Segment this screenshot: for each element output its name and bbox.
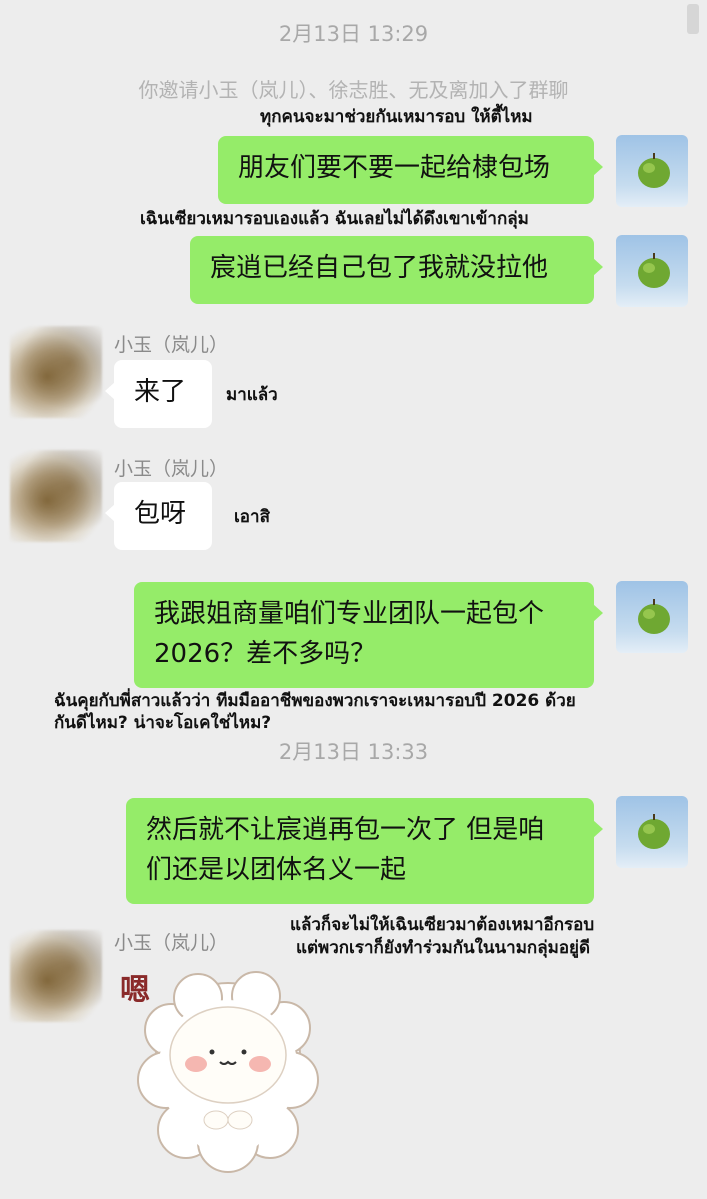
sender-name: 小玉（岚儿） [114,458,229,480]
sheep-sticker[interactable]: 嗯 [116,960,340,1180]
sticker-text: 嗯 [120,973,150,1008]
message-bubble-incoming[interactable]: 包呀 [105,482,212,550]
message-text-line: 2026？差不多吗？ [154,639,377,669]
my-avatar[interactable] [616,796,688,868]
apple-icon [638,814,670,849]
apple-icon [638,153,670,188]
contact-avatar[interactable] [10,326,102,418]
timestamp: 2月13日 13:29 [278,22,429,46]
message-bubble-outgoing[interactable]: 宸逍已经自己包了我就没拉他 [190,236,603,304]
contact-avatar[interactable] [10,930,102,1022]
message-text-line: 我跟姐商量咱们专业团队一起包个 [154,599,545,629]
message-text-line: 然后就不让宸逍再包一次了 但是咱 [146,815,545,845]
message-bubble-incoming[interactable]: 来了 [105,360,212,428]
message-text-line: 们还是以团体名义一起 [146,855,407,885]
message-text: 宸逍已经自己包了我就没拉他 [210,253,549,283]
apple-icon [638,599,670,634]
translation-overlay: เอาสิ [234,507,270,527]
message-bubble-outgoing[interactable]: 我跟姐商量咱们专业团队一起包个 2026？差不多吗？ [134,582,603,688]
sheep-sticker-icon: 嗯 [120,971,319,1173]
apple-icon [638,253,670,288]
translation-overlay: มาแล้ว [226,385,278,405]
message-bubble-outgoing[interactable]: 然后就不让宸逍再包一次了 但是咱 们还是以团体名义一起 [126,798,603,904]
message-text: 朋友们要不要一起给棣包场 [238,153,551,183]
message-text: 包呀 [134,499,187,529]
my-avatar[interactable] [616,235,688,307]
translation-overlay: ฉันคุยกับพี่สาวแล้วว่า ทีมมืออาชีพของพวก… [54,691,576,711]
translation-overlay: เฉินเซียวเหมารอบเองแล้ว ฉันเลยไม่ได้ดึงเ… [140,209,529,229]
message-text: 来了 [134,377,187,407]
translation-overlay: แต่พวกเราก็ยังทำร่วมกันในนามกลุ่มอยู่ดี [296,938,591,958]
translation-overlay: ทุกคนจะมาช่วยกันเหมารอบ ให้ตี้ไหม [260,107,533,127]
sender-name: 小玉（岚儿） [114,334,229,356]
sender-name: 小玉（岚儿） [114,932,229,954]
contact-avatar[interactable] [10,450,102,542]
translation-overlay: แล้วก็จะไม่ให้เฉินเซียวมาต้องเหมาอีกรอบ [290,915,595,935]
my-avatar[interactable] [616,581,688,653]
my-avatar[interactable] [616,135,688,207]
timestamp: 2月13日 13:33 [278,740,429,764]
translation-overlay: กันดีไหม? น่าจะโอเคใช่ไหม? [54,713,272,733]
system-message: 你邀请小玉（岚儿）、徐志胜、无及离加入了群聊 [138,78,569,102]
message-bubble-outgoing[interactable]: 朋友们要不要一起给棣包场 [218,136,603,204]
